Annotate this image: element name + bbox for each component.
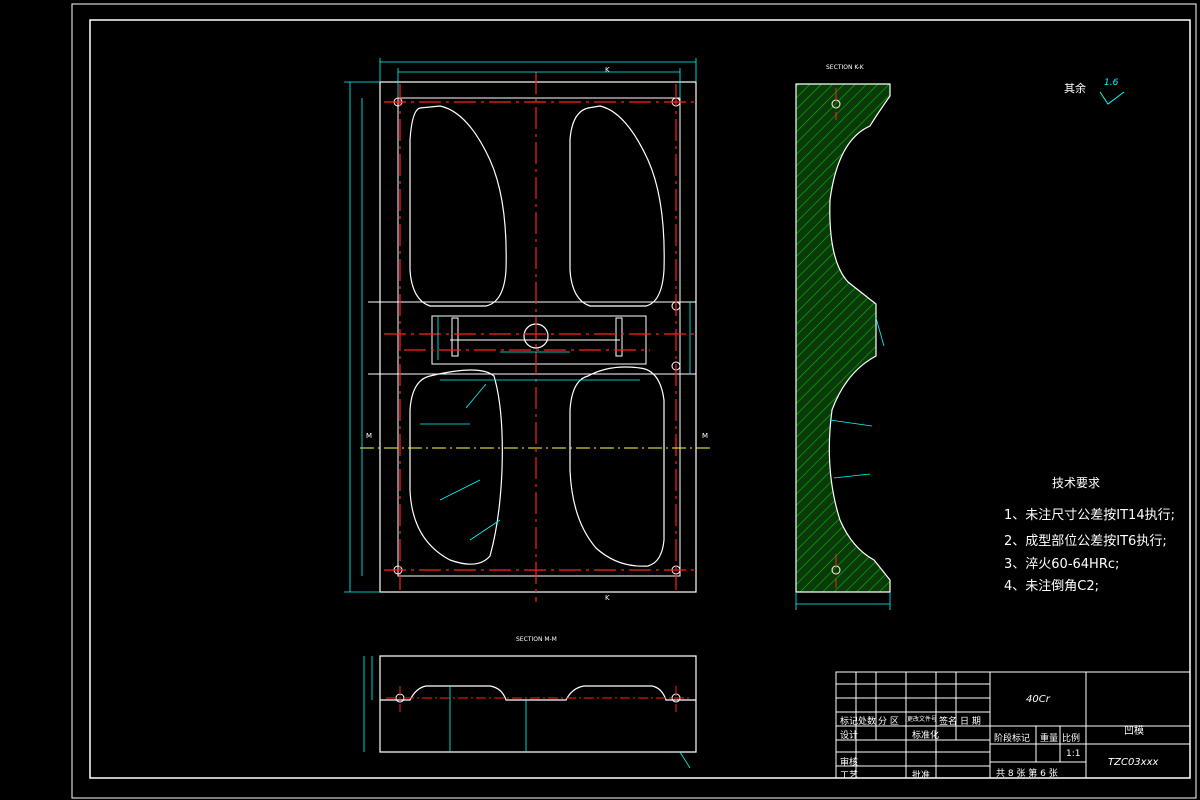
- section-kk-view: [795, 83, 891, 610]
- section-mm-body: [379, 655, 697, 753]
- tech-req-item: 2、成型部位公差按IT6执行;: [1004, 534, 1167, 549]
- section-kk-label: SECTION K-K: [826, 64, 864, 71]
- tech-req-item: 3、淬火60-64HRc;: [1004, 557, 1120, 572]
- section-kk-body: [795, 83, 891, 593]
- sheets-text: 共 8 张 第 6 张: [996, 769, 1058, 779]
- marker-k-bottom: K: [605, 594, 610, 602]
- marker-k-top: K: [605, 66, 610, 74]
- header-date: 日 期: [960, 717, 981, 727]
- weight-label: 重量: [1040, 734, 1059, 744]
- header-zone: 分 区: [878, 717, 899, 727]
- surface-rest-value: 1.6: [1104, 78, 1119, 88]
- drawing-number-text: TZC03xxx: [1108, 757, 1159, 768]
- tech-req-item: 1、未注尺寸公差按IT14执行;: [1004, 508, 1175, 523]
- part-name-text: 凹模: [1124, 726, 1144, 737]
- inner-frame: [89, 19, 1191, 779]
- outer-frame: [71, 3, 1197, 799]
- tech-req-item: 4、未注倒角C2;: [1004, 579, 1099, 594]
- stage-mark-label: 阶段标记: [994, 734, 1031, 744]
- header-change-doc: 更改文件号: [907, 716, 938, 723]
- plan-view: [344, 58, 712, 602]
- material-text: 40Cr: [1026, 694, 1050, 705]
- header-count: 处数: [858, 717, 877, 727]
- review-label: 审核: [840, 758, 859, 768]
- design-label: 设计: [840, 731, 859, 741]
- scale-text: 1:1: [1066, 749, 1081, 759]
- scale-label: 比例: [1062, 734, 1081, 744]
- marker-m-right: M: [702, 432, 709, 440]
- approve-label: 批准: [912, 771, 931, 781]
- cavity-bottom-left: [409, 369, 503, 565]
- plan-inner-frame: [397, 97, 681, 577]
- cavity-top-left: [409, 105, 507, 307]
- header-mark: 标记: [840, 717, 859, 727]
- plan-outline: [379, 81, 697, 593]
- cad-drawing: [71, 3, 1197, 799]
- tech-req-title: 技术要求: [1052, 476, 1101, 490]
- header-sign: 签名: [939, 717, 958, 727]
- cavity-top-right: [569, 105, 665, 307]
- surface-roughness-icon: [1099, 91, 1125, 105]
- cavity-bottom-right: [569, 366, 665, 567]
- marker-m-left: M: [366, 432, 373, 440]
- section-mm-view: [363, 655, 697, 769]
- standardize-label: 标准化: [912, 731, 940, 741]
- section-mm-label: SECTION M-M: [516, 636, 557, 643]
- process-label: 工艺: [840, 771, 859, 781]
- surface-rest-label: 其余: [1064, 82, 1086, 95]
